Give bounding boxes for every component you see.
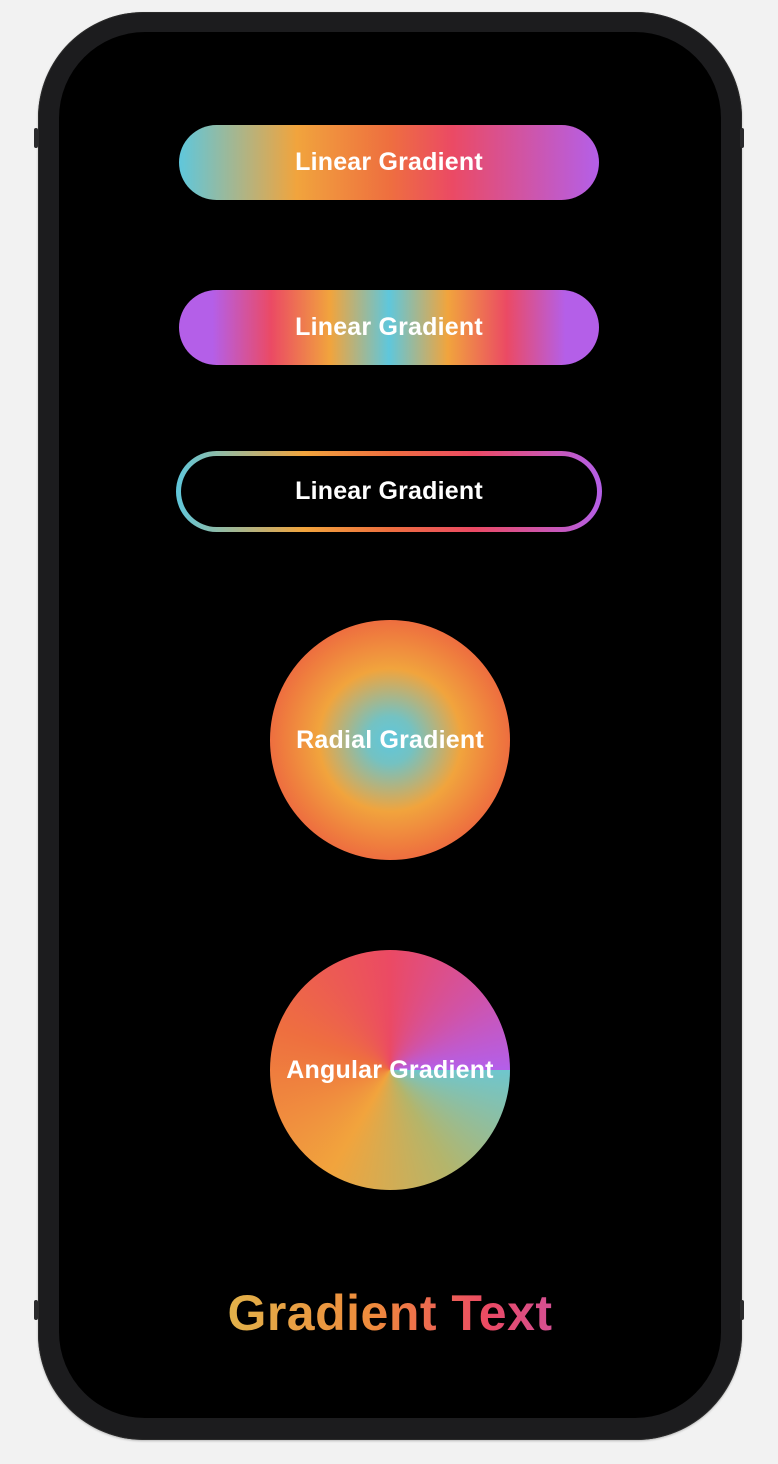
app-screen: Linear Gradient Linear Gradient Linear G… [59,32,721,1418]
linear-gradient-button-label: Linear Gradient [295,148,483,176]
gradient-text-label: Gradient Text [227,1285,553,1341]
device-right-button-bottom [740,1300,744,1320]
angular-gradient-button-label: Angular Gradient [286,1055,494,1084]
device-left-button-bottom [34,1300,38,1320]
linear-gradient-button[interactable]: Linear Gradient [179,125,599,200]
device-left-button-top [34,128,38,148]
radial-gradient-button-label: Radial Gradient [296,725,484,754]
angular-gradient-button[interactable]: Angular Gradient [270,950,510,1190]
outlined-button-fill: Linear Gradient [181,456,597,527]
outlined-linear-gradient-button[interactable]: Linear Gradient [176,451,602,532]
radial-gradient-button[interactable]: Radial Gradient [270,620,510,860]
outlined-linear-gradient-button-label: Linear Gradient [295,477,483,505]
symmetric-linear-gradient-button[interactable]: Linear Gradient [179,290,599,365]
symmetric-linear-gradient-button-label: Linear Gradient [295,313,483,341]
gradient-text-heading: Gradient Text [59,1284,721,1342]
device-right-button-top [740,128,744,148]
